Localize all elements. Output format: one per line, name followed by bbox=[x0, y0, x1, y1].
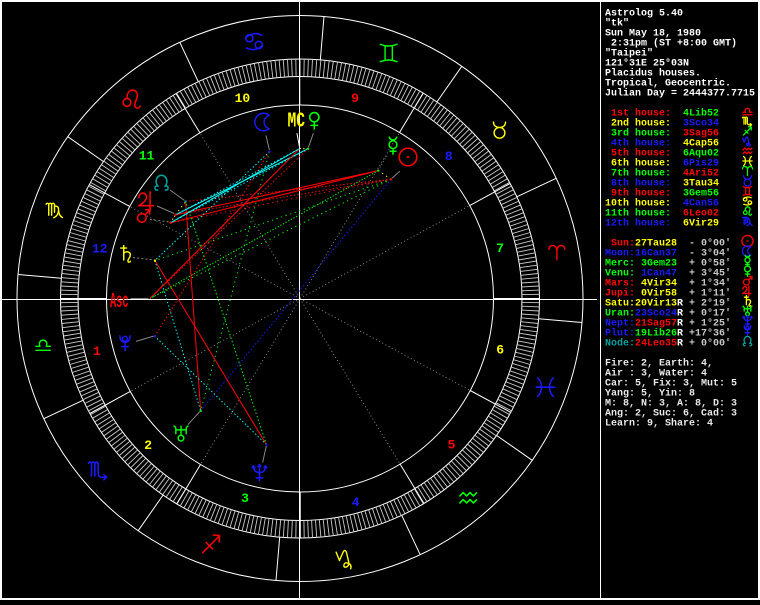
svg-text:R: R bbox=[677, 338, 683, 349]
svg-text:4: 4 bbox=[352, 495, 360, 510]
svg-text:6: 6 bbox=[496, 343, 504, 358]
svg-text:8: 8 bbox=[445, 149, 453, 164]
svg-text:3: 3 bbox=[241, 491, 249, 506]
svg-text:24Leo35: 24Leo35 bbox=[635, 338, 677, 349]
svg-text:6Vir29: 6Vir29 bbox=[683, 217, 719, 229]
svg-text:Julian Day = 2444377.7715: Julian Day = 2444377.7715 bbox=[605, 87, 755, 99]
svg-text:5: 5 bbox=[448, 437, 456, 452]
svg-text:MC: MC bbox=[288, 110, 306, 134]
svg-text:10: 10 bbox=[235, 91, 251, 106]
svg-text:12: 12 bbox=[92, 241, 108, 256]
svg-text:1: 1 bbox=[93, 344, 101, 359]
svg-text:Node:: Node: bbox=[605, 337, 635, 349]
svg-text:Asc: Asc bbox=[110, 290, 129, 314]
svg-text:Learn: 9, Share: 4: Learn: 9, Share: 4 bbox=[605, 417, 713, 429]
svg-text:+ 0°00': + 0°00' bbox=[689, 337, 731, 349]
svg-text:12th house:: 12th house: bbox=[605, 217, 671, 229]
svg-text:2: 2 bbox=[144, 438, 152, 453]
svg-text:11: 11 bbox=[139, 149, 155, 164]
svg-text:9: 9 bbox=[351, 91, 359, 106]
svg-text:7: 7 bbox=[496, 241, 504, 256]
